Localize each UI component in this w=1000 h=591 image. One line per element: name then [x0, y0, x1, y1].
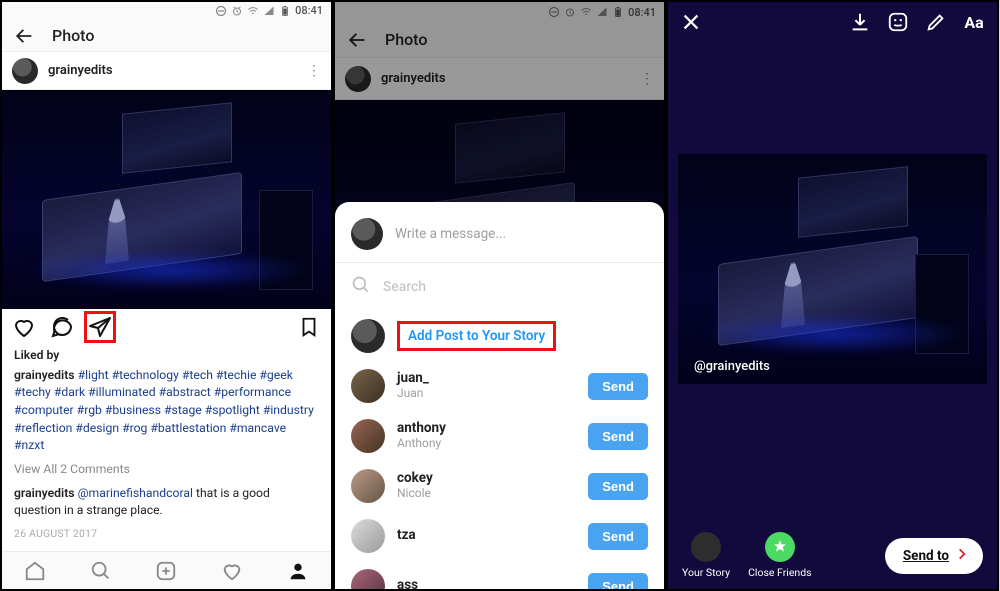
- target-username: ass: [397, 578, 576, 591]
- panel-photo-view: 08:41 Photo grainyedits ⋮ Liked by: [0, 0, 333, 591]
- your-story-target[interactable]: Your Story: [682, 532, 730, 579]
- post-meta: Liked by grainyedits #light #technology …: [2, 345, 331, 551]
- share-target-row: ass Send: [335, 561, 664, 591]
- target-username: cokey: [397, 471, 576, 487]
- panel-share-sheet: 08:41 Photo grainyedits ⋮ Write a messag…: [333, 0, 666, 591]
- draw-icon[interactable]: [923, 9, 949, 35]
- wifi-icon: [247, 5, 259, 17]
- post-date: 26 AUGUST 2017: [14, 526, 319, 541]
- post-author-row[interactable]: grainyedits ⋮: [2, 52, 331, 90]
- comment-mention[interactable]: @marinefishandcoral: [78, 486, 193, 500]
- search-placeholder: Search: [383, 279, 426, 295]
- comment-user[interactable]: grainyedits: [14, 486, 75, 500]
- dnd-icon: [215, 5, 227, 17]
- share-target-row: tza Send: [335, 511, 664, 561]
- avatar: [351, 469, 385, 503]
- caption-user[interactable]: grainyedits: [14, 368, 75, 382]
- nav-search-icon[interactable]: [89, 559, 113, 583]
- target-name: Anthony: [397, 437, 576, 451]
- top-comment: grainyedits @marinefishandcoral that is …: [14, 485, 319, 520]
- text-tool-icon[interactable]: Aa: [961, 9, 987, 35]
- avatar: [12, 58, 38, 84]
- avatar: [351, 319, 385, 353]
- nav-activity-icon[interactable]: [220, 559, 244, 583]
- liked-by-label: Liked by: [14, 347, 319, 365]
- avatar: [351, 218, 383, 250]
- share-target-row: anthony Anthony Send: [335, 411, 664, 461]
- alarm-icon: [231, 5, 243, 17]
- view-all-comments[interactable]: View All 2 Comments: [14, 461, 319, 479]
- close-friends-target[interactable]: Close Friends: [748, 532, 811, 579]
- bottom-nav: [2, 551, 331, 589]
- add-to-story-link[interactable]: Add Post to Your Story: [397, 321, 556, 351]
- signal-icon: [263, 5, 275, 17]
- story-toolbar: Aa: [668, 2, 997, 42]
- share-bottom-sheet: Write a message... Search Add Post to Yo…: [335, 202, 664, 589]
- close-icon[interactable]: [678, 9, 704, 35]
- nav-home-icon[interactable]: [23, 559, 47, 583]
- avatar: [351, 419, 385, 453]
- chevron-right-icon: [955, 547, 969, 565]
- add-to-story-row[interactable]: Add Post to Your Story: [335, 311, 664, 361]
- send-button[interactable]: Send: [588, 423, 648, 450]
- heart-icon[interactable]: [12, 315, 36, 339]
- target-username: juan_: [397, 371, 576, 387]
- author-username: grainyedits: [48, 63, 297, 78]
- search-row[interactable]: Search: [335, 263, 664, 311]
- story-source-handle[interactable]: @grainyedits: [694, 359, 770, 374]
- send-button[interactable]: Send: [588, 473, 648, 500]
- share-target-row: juan_ Juan Send: [335, 361, 664, 411]
- send-to-label: Send to: [903, 548, 949, 564]
- avatar: [351, 569, 385, 591]
- your-story-label: Your Story: [682, 566, 730, 579]
- send-button[interactable]: Send: [588, 573, 648, 591]
- avatar: [351, 519, 385, 553]
- comment-icon[interactable]: [50, 315, 74, 339]
- sticker-icon[interactable]: [885, 9, 911, 35]
- close-friends-label: Close Friends: [748, 566, 811, 579]
- nav-profile-icon[interactable]: [286, 559, 310, 583]
- page-header: Photo: [2, 20, 331, 52]
- battery-icon: [279, 5, 291, 17]
- download-icon[interactable]: [847, 9, 873, 35]
- share-icon[interactable]: [88, 315, 112, 339]
- nav-add-icon[interactable]: [154, 559, 178, 583]
- more-icon[interactable]: ⋮: [307, 63, 321, 79]
- message-placeholder: Write a message...: [395, 226, 506, 242]
- panel-story-editor: Aa @grainyedits Your Story Close Friends…: [666, 0, 999, 591]
- avatar: [351, 369, 385, 403]
- search-icon: [351, 275, 371, 299]
- status-time: 08:41: [295, 4, 323, 17]
- target-username: tza: [397, 528, 576, 544]
- send-button[interactable]: Send: [588, 373, 648, 400]
- status-bar: 08:41: [2, 2, 331, 20]
- post-caption: grainyedits #light #technology #tech #te…: [14, 367, 319, 455]
- page-title: Photo: [52, 26, 94, 45]
- target-username: anthony: [397, 421, 576, 437]
- star-icon: [765, 532, 795, 562]
- story-canvas[interactable]: @grainyedits: [678, 154, 987, 384]
- post-image[interactable]: [2, 90, 331, 309]
- target-name: Juan: [397, 387, 576, 401]
- post-actions: [2, 309, 331, 345]
- bookmark-icon[interactable]: [297, 315, 321, 339]
- story-bottom-bar: Your Story Close Friends Send to: [668, 532, 997, 579]
- avatar: [691, 532, 721, 562]
- send-to-button[interactable]: Send to: [885, 538, 983, 574]
- target-name: Nicole: [397, 487, 576, 501]
- message-input-row[interactable]: Write a message...: [335, 214, 664, 263]
- share-target-row: cokey Nicole Send: [335, 461, 664, 511]
- send-button[interactable]: Send: [588, 523, 648, 550]
- back-icon[interactable]: [12, 24, 36, 48]
